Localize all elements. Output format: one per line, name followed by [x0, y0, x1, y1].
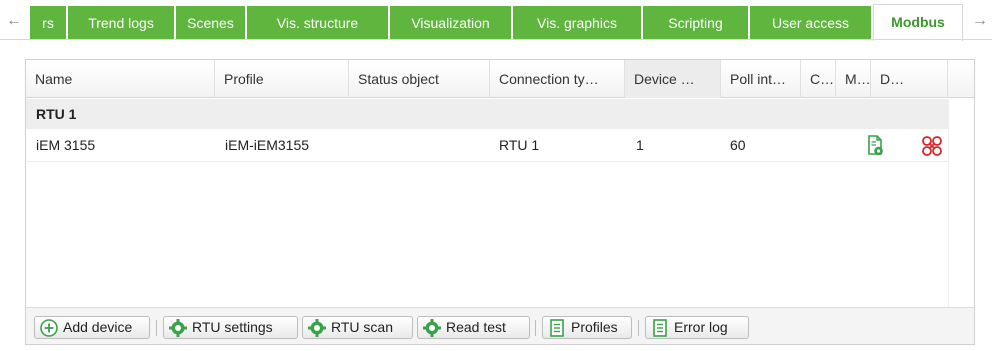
column-header-poll-interval[interactable]: Poll int…: [721, 60, 801, 98]
tab-trend-logs[interactable]: Trend logs: [68, 6, 175, 40]
error-log-button[interactable]: Error log: [645, 316, 749, 339]
tab-vis-structure[interactable]: Vis. structure: [247, 6, 389, 40]
toolbar-separator: [535, 320, 536, 336]
tab-divider: [0, 39, 992, 40]
column-header-d[interactable]: D…: [871, 60, 948, 98]
tab-modbus[interactable]: Modbus: [873, 4, 963, 41]
delete-device-icon[interactable]: [921, 135, 943, 157]
profiles-button[interactable]: Profiles: [542, 316, 632, 339]
add-device-label: Add device: [63, 319, 133, 335]
grid-scrollbar[interactable]: [948, 99, 974, 307]
gear-icon: [168, 318, 188, 338]
rtu-settings-button[interactable]: RTU settings: [163, 316, 298, 339]
rtu-settings-label: RTU settings: [192, 319, 273, 335]
tab-visualization[interactable]: Visualization: [390, 6, 512, 40]
column-header-status-object[interactable]: Status object: [349, 60, 490, 98]
toolbar-separator: [638, 320, 639, 336]
cell-device: 1: [636, 137, 644, 153]
read-test-button[interactable]: Read test: [417, 316, 530, 339]
table-row[interactable]: iEM 3155 iEM-iEM3155 RTU 1 1 60: [26, 129, 948, 162]
toolbar-separator: [156, 320, 157, 336]
cell-poll-interval: 60: [730, 137, 746, 153]
add-circle-icon: [39, 318, 59, 338]
column-header-device[interactable]: Device …: [625, 60, 721, 98]
column-header-name[interactable]: Name: [26, 60, 215, 98]
cell-name: iEM 3155: [36, 137, 96, 153]
profiles-label: Profiles: [571, 319, 618, 335]
tab-user-access[interactable]: User access: [750, 6, 872, 40]
add-device-button[interactable]: Add device: [34, 316, 150, 339]
tab-scripting[interactable]: Scripting: [643, 6, 749, 40]
tab-partial[interactable]: rs: [30, 6, 67, 40]
column-header-profile[interactable]: Profile: [215, 60, 349, 98]
read-test-label: Read test: [446, 319, 506, 335]
rtu-scan-button[interactable]: RTU scan: [302, 316, 413, 339]
edit-device-icon[interactable]: [866, 135, 886, 157]
error-log-label: Error log: [674, 319, 728, 335]
cell-profile: iEM-iEM3155: [225, 137, 310, 153]
group-row-rtu[interactable]: RTU 1: [26, 99, 948, 129]
column-header-c[interactable]: C…: [801, 60, 836, 98]
scroll-tabs-right-icon[interactable]: →: [970, 9, 990, 33]
tab-scenes[interactable]: Scenes: [176, 6, 246, 40]
tab-vis-graphics[interactable]: Vis. graphics: [513, 6, 642, 40]
bottom-toolbar: Add device RTU settings RTU scan Read te…: [26, 307, 974, 344]
column-header-connection-type[interactable]: Connection ty…: [490, 60, 625, 98]
column-header-m[interactable]: M…: [836, 60, 871, 98]
cell-connection-type: RTU 1: [499, 137, 540, 153]
list-document-icon: [650, 318, 670, 338]
list-document-icon: [547, 318, 567, 338]
tab-bar: ← rs Trend logs Scenes Vis. structure Vi…: [0, 0, 992, 41]
rtu-scan-label: RTU scan: [331, 319, 393, 335]
scroll-tabs-left-icon[interactable]: ←: [4, 9, 24, 33]
gear-icon: [307, 318, 327, 338]
gear-icon: [422, 318, 442, 338]
grid-header: Name Profile Status object Connection ty…: [26, 60, 974, 98]
modbus-panel: Name Profile Status object Connection ty…: [25, 59, 975, 345]
